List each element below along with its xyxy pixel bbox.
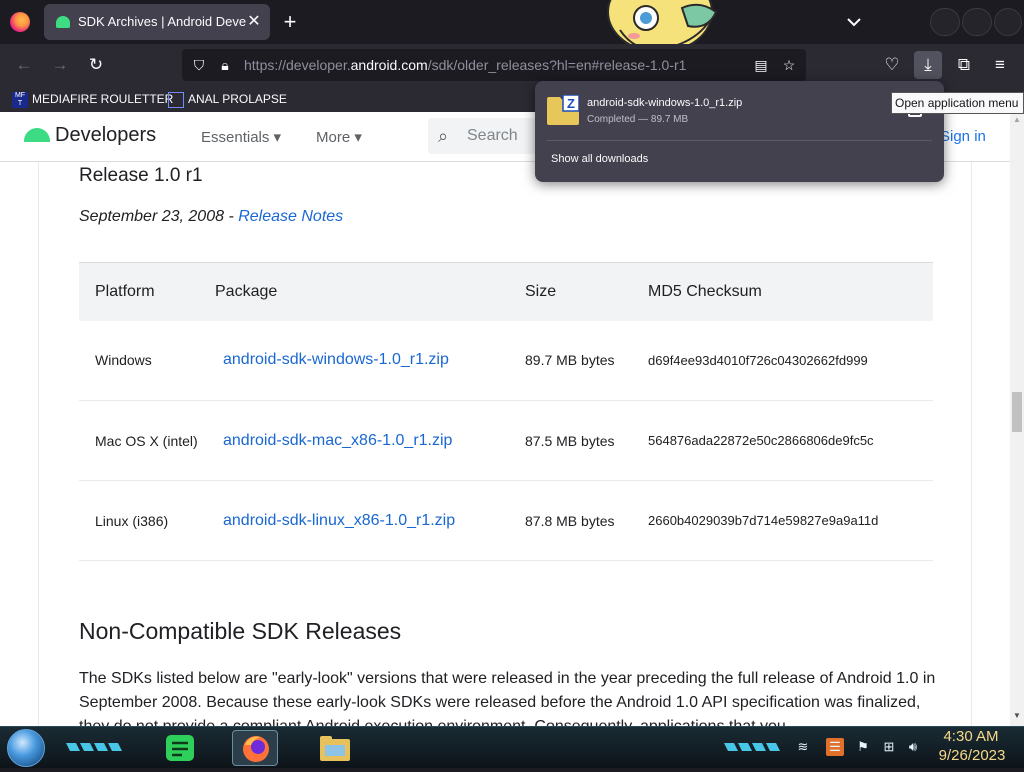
pocket-icon[interactable]: ♡ [878,51,906,79]
noncompatible-paragraph: The SDKs listed below are "early-look" v… [79,670,936,726]
header-platform: Platform [79,262,215,321]
tooltip: Open application menu [891,92,1024,114]
scroll-thumb[interactable] [1012,392,1022,432]
size-cell: 87.8 MB bytes [525,480,648,561]
site-brand[interactable]: Developers [55,124,156,147]
panel-divider [547,140,932,141]
new-tab-button[interactable]: + [278,9,302,35]
search-icon: ⌕ [438,126,449,146]
maximize-button[interactable] [962,8,992,36]
tray-app-icon[interactable]: ☰ [826,738,844,756]
forward-icon[interactable]: → [46,51,74,79]
taskbar-app-firefox[interactable] [232,730,278,766]
bookmark-folder-icon [168,91,184,108]
downloads-icon[interactable]: ⤓ [914,51,942,79]
volume-icon[interactable]: 🔊︎ [904,738,922,756]
close-window-button[interactable] [994,8,1022,36]
android-favicon-icon [56,16,70,28]
platform-cell: Mac OS X (intel) [79,400,215,481]
md5-cell: 564876ada22872e50c2866806de9fc5c [648,400,933,481]
release-title: Release 1.0 r1 [79,165,203,186]
taskbar: ≋ ☰ ⚑ ⊞ 🔊︎ 4:30 AM 9/26/2023 [0,726,1024,768]
sdk-downloads-table: Platform Package Size MD5 Checksum Windo… [79,262,933,561]
show-all-downloads-button[interactable]: Show all downloads [551,153,648,165]
tab-title: SDK Archives | Android Developers [78,14,246,29]
close-tab-icon[interactable]: ✕ [244,12,264,32]
clock-date[interactable]: 9/26/2023 [930,747,1014,764]
scroll-down-arrow-icon[interactable]: ▼ [1013,712,1021,720]
show-hidden-icons-icon[interactable]: ≋ [794,738,812,756]
main-content: Release 1.0 r1 September 23, 2008 - Rele… [38,162,972,726]
download-status: Completed — 89.7 MB [587,114,689,125]
tab-strip: SDK Archives | Android Developers ✕ + [0,0,1024,44]
reader-view-icon[interactable]: ▤ [752,56,770,74]
extensions-icon[interactable]: ⧉ [950,51,978,79]
tracking-protection-shield-icon[interactable]: ⛉ [190,56,208,74]
tab-sdk-archives[interactable]: SDK Archives | Android Developers ✕ [44,4,270,40]
start-button[interactable] [7,729,45,767]
notes-app-icon [166,735,194,761]
noncompatible-heading: Non-Compatible SDK Releases [79,618,402,644]
header-package: Package [215,262,525,321]
sign-in-link[interactable]: Sign in [940,128,986,145]
header-md5: MD5 Checksum [648,262,933,321]
package-download-link[interactable]: android-sdk-linux_x86-1.0_r1.zip [215,512,455,529]
network-icon[interactable]: ⊞ [880,738,898,756]
release-notes-link[interactable]: Release Notes [238,208,343,225]
release-date: September 23, 2008 - Release Notes [79,208,344,225]
taskbar-app-notes[interactable] [158,730,204,766]
reload-icon[interactable]: ↻ [82,51,110,79]
bookmark-anal-prolapse[interactable]: ANAL PROLAPSE [168,90,287,108]
bookmark-mediafire-rouletter[interactable]: MF T MEDIAFIRE ROULETTER [12,90,173,108]
action-center-flag-icon[interactable]: ⚑ [854,738,872,756]
url-text[interactable]: https://developer.android.com/sdk/older_… [244,57,704,75]
downloads-panel: Z android-sdk-windows-1.0_r1.zip Complet… [535,81,944,182]
package-cell: android-sdk-mac_x86-1.0_r1.zip [215,400,525,481]
taskbar-decoration [66,743,122,751]
zip-file-icon: Z [547,95,579,125]
minimize-button[interactable] [930,8,960,36]
bookmark-star-icon[interactable]: ☆ [780,56,798,74]
web-page: Developers Essentials ▾ More ▾ ⌕ Search … [0,112,1010,726]
size-cell: 87.5 MB bytes [525,400,648,481]
download-file-name[interactable]: android-sdk-windows-1.0_r1.zip [587,97,742,109]
table-header-row: Platform Package Size MD5 Checksum [79,262,933,321]
size-cell: 89.7 MB bytes [525,320,648,401]
nav-essentials[interactable]: Essentials ▾ [201,128,281,146]
scroll-up-arrow-icon[interactable]: ▲ [1013,116,1021,124]
svg-text:Z: Z [567,96,575,111]
list-all-tabs-chevron-icon[interactable] [842,10,866,34]
platform-cell: Linux (i386) [79,480,215,561]
page-scrollbar[interactable]: ▲ ▼ [1010,112,1024,726]
package-download-link[interactable]: android-sdk-mac_x86-1.0_r1.zip [215,432,452,449]
table-row: Linux (i386) android-sdk-linux_x86-1.0_r… [79,480,933,561]
bookmark-label: ANAL PROLAPSE [188,92,287,106]
table-row: Windows android-sdk-windows-1.0_r1.zip 8… [79,320,933,401]
application-menu-icon[interactable]: ≡ [986,51,1014,79]
taskbar-app-file-explorer[interactable] [312,730,358,766]
navigation-toolbar: ← → ↻ ⛉ 🔒︎ https://developer.android.com… [0,44,1024,86]
lock-icon[interactable]: 🔒︎ [216,56,234,74]
package-cell: android-sdk-windows-1.0_r1.zip [215,320,525,401]
md5-cell: 2660b4029039b7d714e59827e9a9a11d [648,480,933,561]
clock-time[interactable]: 4:30 AM [938,728,1004,745]
search-placeholder: Search [467,127,518,144]
nav-more[interactable]: More ▾ [316,128,362,146]
package-download-link[interactable]: android-sdk-windows-1.0_r1.zip [215,351,449,368]
mediafire-icon: MF T [12,91,28,108]
address-bar[interactable]: ⛉ 🔒︎ https://developer.android.com/sdk/o… [182,49,806,81]
android-logo-icon[interactable] [24,128,50,142]
header-size: Size [525,262,648,321]
back-icon[interactable]: ← [10,51,38,79]
search-input[interactable]: ⌕ Search [428,118,548,154]
firefox-menu-icon[interactable] [10,12,30,32]
file-explorer-icon [320,736,350,761]
taskbar-decoration [724,743,780,751]
package-cell: android-sdk-linux_x86-1.0_r1.zip [215,480,525,561]
platform-cell: Windows [79,320,215,401]
firefox-app-icon [243,736,269,762]
md5-cell: d69f4ee93d4010f726c04302662fd999 [648,320,933,401]
table-row: Mac OS X (intel) android-sdk-mac_x86-1.0… [79,400,933,481]
bookmark-label: MEDIAFIRE ROULETTER [32,92,174,106]
